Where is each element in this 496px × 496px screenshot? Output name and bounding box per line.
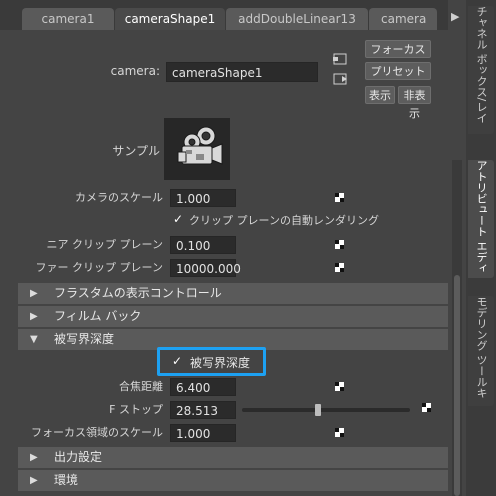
section-frustum-display[interactable]: ▶ フラスタムの表示コントロール (18, 283, 448, 304)
section-output-label: 出力設定 (54, 450, 103, 464)
section-environment[interactable]: ▶ 環境 (18, 470, 448, 491)
expand-arrow-icon: ▶ (30, 288, 38, 299)
go-to-output-icon[interactable] (333, 72, 349, 86)
focus-region-scale-field[interactable]: 1.000 (170, 424, 236, 442)
tab-camera[interactable]: camera (369, 8, 437, 30)
far-clip-label: ファー クリップ プレーン (35, 261, 163, 274)
f-stop-slider[interactable] (242, 408, 410, 412)
collapse-arrow-icon: ▼ (30, 334, 38, 345)
keyframe-icon[interactable] (335, 428, 344, 437)
far-clip-field[interactable]: 10000.000 (170, 259, 241, 277)
section-frustum-label: フラスタムの表示コントロール (54, 286, 222, 300)
f-stop-label: F ストップ (109, 403, 163, 416)
auto-render-clip-label: クリップ プレーンの自動レンダリング (189, 214, 379, 227)
scrollbar-thumb[interactable] (454, 275, 460, 496)
expand-arrow-icon: ▶ (30, 452, 38, 463)
section-film-back-label: フィルム バック (54, 309, 142, 323)
tab-scroll-right-icon[interactable]: ▶ (451, 10, 459, 23)
tab-bar: camera1 cameraShape1 addDoubleLinear13 c… (0, 0, 459, 30)
near-clip-field[interactable]: 0.100 (170, 236, 236, 254)
section-output-settings[interactable]: ▶ 出力設定 (18, 447, 448, 468)
camera-sample-swatch (164, 118, 230, 180)
show-button[interactable]: 表示 (365, 86, 395, 104)
depth-of-field-checkbox[interactable]: ✓ (171, 355, 183, 367)
sidebar-tab-modeling-toolkit[interactable]: モデリング ツールキット (468, 296, 494, 406)
f-stop-field[interactable]: 28.513 (170, 401, 236, 419)
node-name-field[interactable]: cameraShape1 (166, 62, 318, 82)
keyframe-icon[interactable] (335, 263, 344, 272)
preset-button[interactable]: プリセット (365, 62, 431, 80)
node-type-label: camera: (110, 64, 160, 78)
section-film-back[interactable]: ▶ フィルム バック (18, 306, 448, 327)
focus-button[interactable]: フォーカス (365, 40, 431, 58)
section-dof-label: 被写界深度 (54, 332, 115, 346)
camera-scale-field[interactable]: 1.000 (170, 189, 236, 207)
tab-camerashape1[interactable]: cameraShape1 (115, 8, 225, 30)
tab-camera1[interactable]: camera1 (22, 8, 114, 30)
keyframe-icon[interactable] (335, 193, 344, 202)
expand-arrow-icon: ▶ (30, 475, 38, 486)
auto-render-clip-checkbox[interactable]: ✓ (172, 213, 184, 225)
near-clip-label: ニア クリップ プレーン (46, 238, 163, 251)
sample-label: サンプル (112, 144, 160, 158)
keyframe-icon[interactable] (335, 382, 344, 391)
f-stop-slider-handle[interactable] (314, 404, 321, 416)
hide-button[interactable]: 非表示 (398, 86, 431, 120)
focus-node-icon[interactable] (333, 52, 349, 66)
expand-arrow-icon: ▶ (30, 311, 38, 322)
section-environment-label: 環境 (54, 473, 79, 487)
sidebar-tab-attribute-editor[interactable]: アトリビュート エディタ (468, 160, 494, 278)
focus-distance-field[interactable]: 6.400 (170, 378, 236, 396)
depth-of-field-label: 被写界深度 (190, 356, 251, 370)
focus-distance-label: 合焦距離 (119, 380, 163, 393)
keyframe-icon[interactable] (335, 240, 344, 249)
camera-scale-label: カメラのスケール (75, 191, 163, 204)
tab-adddoublelinear13[interactable]: addDoubleLinear13 (226, 8, 368, 30)
camera-icon (177, 126, 223, 165)
keyframe-icon[interactable] (422, 403, 431, 412)
focus-region-scale-label: フォーカス領域のスケール (31, 426, 163, 439)
sidebar-tab-channel-box[interactable]: チャネル ボックス/レイヤ エディタ (468, 6, 494, 134)
